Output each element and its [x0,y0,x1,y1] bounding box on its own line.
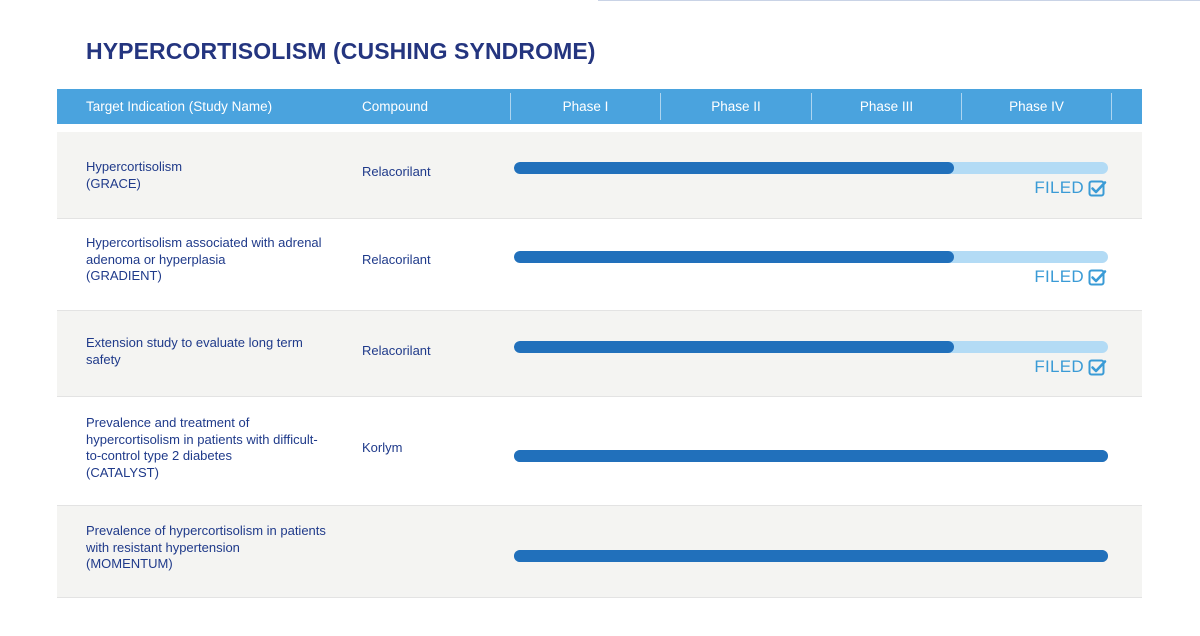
indication-line: (GRACE) [86,175,141,191]
header-phase-1: Phase I [510,93,660,120]
filed-label: FILED [1034,357,1084,376]
indication-line: Extension study to evaluate long term [86,335,303,350]
phase-progress-bar [514,162,1108,174]
indication-cell: Extension study to evaluate long term saf… [86,335,341,368]
indication-line: with resistant hypertension [86,539,240,555]
compound-cell: Korlym [362,440,403,455]
header-compound: Compound [362,99,429,114]
indication-cell: Hypercortisolism associated with adrenal… [86,235,341,285]
header-indication: Target Indication (Study Name) [86,99,273,114]
phase-progress-fill [514,251,954,263]
phase-progress-fill [514,450,1108,462]
header-phase-2: Phase II [660,93,811,120]
header-phase-3: Phase III [811,93,961,120]
phase-progress-bar [514,450,1108,462]
table-row: Prevalence of hypercortisolism in patien… [57,506,1142,598]
indication-line: safety [86,351,121,367]
phase-progress-bar [514,251,1108,263]
indication-line: Prevalence of hypercortisolism in patien… [86,523,326,538]
compound-cell: Relacorilant [362,252,431,267]
indication-line: Prevalence and treatment of [86,415,250,430]
phase-progress-bar [514,341,1108,353]
pipeline-table: Target Indication (Study Name) Compound … [57,89,1142,598]
indication-line: hypercortisolism in patients with diffic… [86,431,318,447]
table-row: Hypercortisolism associated with adrenal… [57,219,1142,311]
header-divider [1111,93,1112,120]
indication-line: Hypercortisolism [86,159,183,174]
header-phase-4: Phase IV [961,93,1111,120]
page-title: HYPERCORTISOLISM (CUSHING SYNDROME) [86,38,596,64]
phase-progress-bar [514,550,1108,562]
compound-cell: Relacorilant [362,164,431,179]
table-header: Target Indication (Study Name) Compound … [57,89,1142,124]
compound-cell: Relacorilant [362,343,431,358]
indication-cell: Prevalence and treatment of hypercortisol… [86,415,341,481]
table-row: Prevalence and treatment of hypercortisol… [57,397,1142,506]
filed-label: FILED [1034,178,1084,197]
indication-line: (CATALYST) [86,464,159,480]
filed-label: FILED [1034,267,1084,286]
indication-line: to-control type 2 diabetes [86,448,232,463]
phase-progress-fill [514,341,954,353]
top-divider [598,0,1200,1]
indication-line: (MOMENTUM) [86,556,173,571]
indication-cell: Prevalence of hypercortisolism in patien… [86,523,341,573]
checkbox-checked-icon [1088,268,1107,287]
indication-line: Hypercortisolism associated with adrenal [86,235,322,250]
indication-line: (GRADIENT) [86,268,162,283]
indication-cell: Hypercortisolism (GRACE) [86,159,341,192]
filed-status: FILED [1034,266,1107,288]
filed-status: FILED [1034,356,1107,378]
phase-progress-fill [514,162,954,174]
table-row: Hypercortisolism (GRACE) Relacorilant FILED [57,132,1142,219]
checkbox-checked-icon [1088,179,1107,198]
checkbox-checked-icon [1088,358,1107,377]
phase-progress-fill [514,550,1108,562]
indication-line: adenoma or hyperplasia [86,251,226,267]
filed-status: FILED [1034,177,1107,199]
table-row: Extension study to evaluate long term saf… [57,311,1142,397]
